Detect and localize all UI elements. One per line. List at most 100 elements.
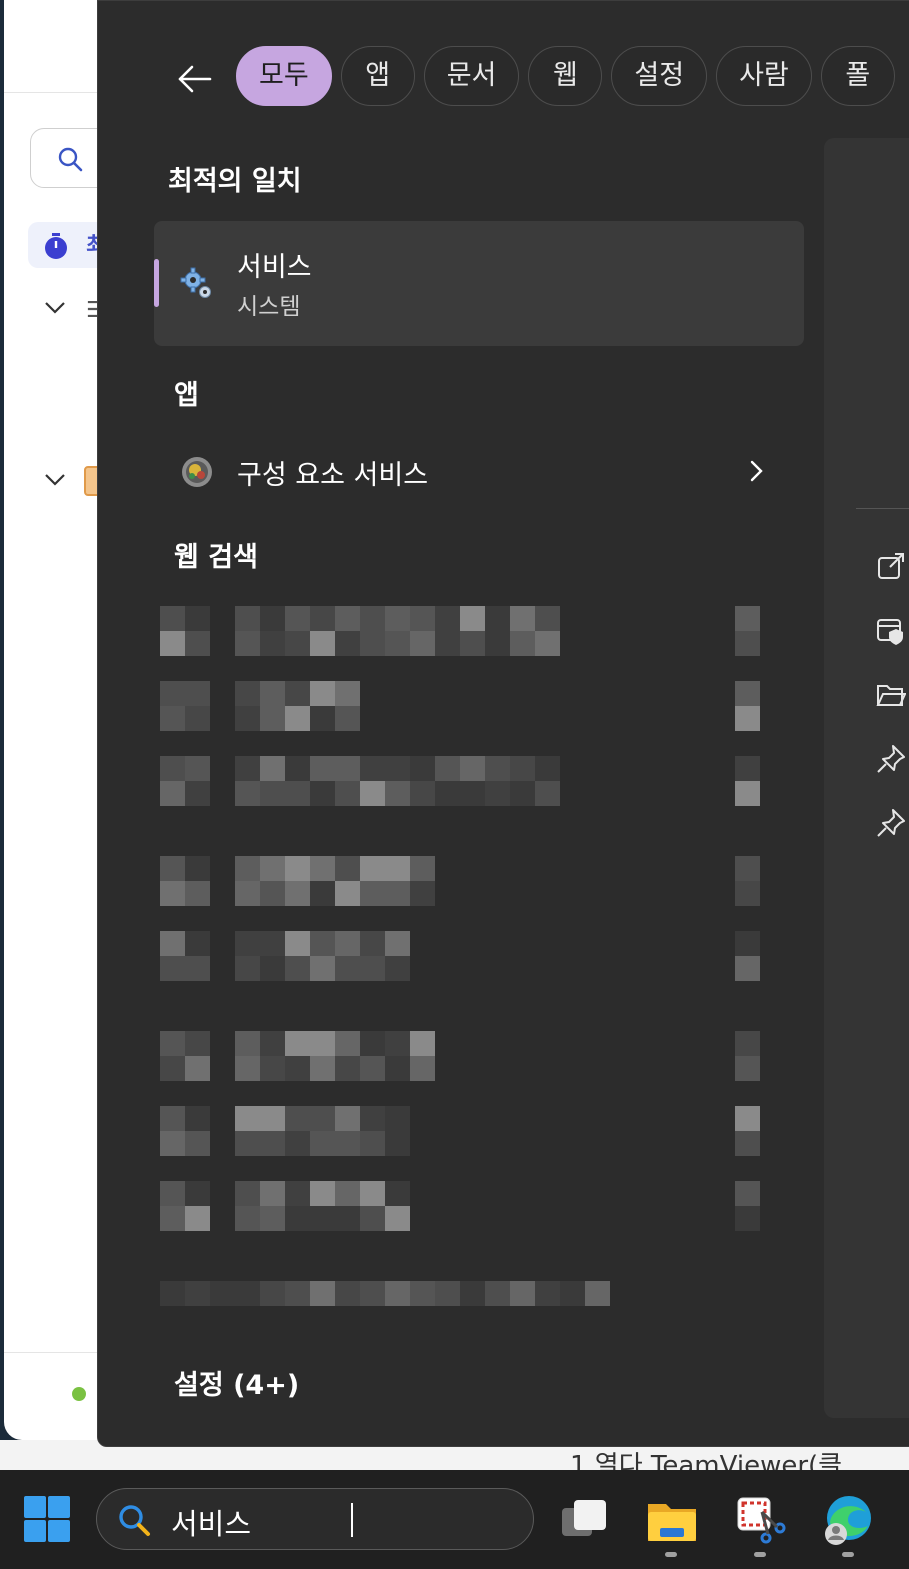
- redacted-pixel-block: [260, 881, 285, 906]
- settings-heading: 설정 (4+): [174, 1370, 300, 1401]
- redacted-pixel-block: [160, 1131, 185, 1156]
- redacted-pixel-block: [310, 706, 335, 731]
- redacted-pixel-block: [460, 756, 485, 781]
- redacted-web-results[interactable]: [160, 606, 780, 1326]
- redacted-pixel-block: [335, 1106, 360, 1131]
- filter-folders[interactable]: 폴: [820, 46, 895, 106]
- best-match-heading: 최적의 일치: [168, 166, 302, 197]
- redacted-pixel-block: [410, 881, 435, 906]
- redacted-pixel-block: [360, 931, 385, 956]
- snipping-tool-icon[interactable]: [734, 1494, 786, 1546]
- redacted-pixel-block: [260, 1181, 285, 1206]
- redacted-pixel-block: [535, 631, 560, 656]
- redacted-pixel-block: [735, 881, 760, 906]
- redacted-pixel-block: [385, 631, 410, 656]
- redacted-pixel-block: [335, 606, 360, 631]
- open-folder-icon[interactable]: [876, 680, 906, 710]
- redacted-pixel-block: [260, 956, 285, 981]
- redacted-pixel-block: [360, 606, 385, 631]
- filter-all[interactable]: 모두: [236, 46, 332, 106]
- chevron-down-icon[interactable]: [44, 300, 66, 316]
- redacted-pixel-block: [260, 606, 285, 631]
- redacted-pixel-block: [260, 781, 285, 806]
- redacted-pixel-block: [210, 1281, 235, 1306]
- redacted-pixel-block: [535, 1281, 560, 1306]
- redacted-pixel-block: [160, 1181, 185, 1206]
- chevron-right-icon[interactable]: [748, 459, 764, 483]
- redacted-pixel-block: [285, 756, 310, 781]
- redacted-pixel-block: [160, 1206, 185, 1231]
- open-external-icon[interactable]: [876, 552, 906, 582]
- redacted-pixel-block: [410, 856, 435, 881]
- redacted-pixel-block: [535, 756, 560, 781]
- redacted-pixel-block: [510, 1281, 535, 1306]
- redacted-pixel-block: [510, 631, 535, 656]
- back-arrow-icon[interactable]: [172, 57, 216, 101]
- pin-taskbar-icon[interactable]: [876, 808, 906, 838]
- redacted-pixel-block: [735, 781, 760, 806]
- redacted-pixel-block: [185, 856, 210, 881]
- redacted-pixel-block: [385, 1031, 410, 1056]
- redacted-pixel-block: [235, 856, 260, 881]
- redacted-pixel-block: [385, 1206, 410, 1231]
- filter-documents[interactable]: 문서: [423, 46, 520, 106]
- text-caret: [351, 1503, 353, 1537]
- services-gear-icon: [180, 267, 211, 298]
- redacted-pixel-block: [460, 606, 485, 631]
- filter-apps[interactable]: 앱: [340, 46, 415, 106]
- redacted-pixel-block: [360, 1056, 385, 1081]
- redacted-pixel-block: [235, 931, 260, 956]
- redacted-pixel-block: [285, 1056, 310, 1081]
- redacted-pixel-block: [235, 1281, 260, 1306]
- redacted-pixel-block: [535, 781, 560, 806]
- app-result-component-services[interactable]: 구성 요소 서비스: [154, 437, 804, 507]
- filter-web[interactable]: 웹: [528, 46, 603, 106]
- filter-people[interactable]: 사람: [716, 46, 812, 106]
- redacted-pixel-block: [560, 1281, 585, 1306]
- redacted-pixel-block: [735, 1206, 760, 1231]
- apps-heading: 앱: [174, 380, 199, 411]
- redacted-pixel-block: [460, 631, 485, 656]
- file-explorer-icon[interactable]: [646, 1494, 698, 1546]
- pin-start-icon[interactable]: [876, 744, 906, 774]
- windows-start-icon[interactable]: [24, 1496, 70, 1542]
- redacted-pixel-block: [285, 1281, 310, 1306]
- redacted-pixel-block: [360, 1031, 385, 1056]
- best-match-title: 서비스: [237, 252, 312, 283]
- redacted-pixel-block: [285, 1131, 310, 1156]
- redacted-pixel-block: [310, 1056, 335, 1081]
- redacted-pixel-block: [185, 1031, 210, 1056]
- redacted-pixel-block: [335, 856, 360, 881]
- redacted-pixel-block: [510, 606, 535, 631]
- redacted-pixel-block: [310, 631, 335, 656]
- redacted-pixel-block: [360, 956, 385, 981]
- redacted-pixel-block: [335, 631, 360, 656]
- run-as-admin-icon[interactable]: [876, 616, 906, 646]
- redacted-pixel-block: [735, 631, 760, 656]
- redacted-pixel-block: [160, 756, 185, 781]
- redacted-pixel-block: [235, 881, 260, 906]
- redacted-pixel-block: [185, 1206, 210, 1231]
- redacted-pixel-block: [235, 1181, 260, 1206]
- redacted-pixel-block: [185, 931, 210, 956]
- redacted-pixel-block: [335, 1031, 360, 1056]
- redacted-pixel-block: [360, 631, 385, 656]
- redacted-pixel-block: [360, 1131, 385, 1156]
- redacted-pixel-block: [185, 631, 210, 656]
- chevron-down-icon[interactable]: [44, 472, 66, 488]
- search-flyout: 모두 앱 문서 웹 설정 사람 폴 최적의 일치 서비스 시스템 앱 구성 요소…: [97, 0, 909, 1447]
- best-match-result[interactable]: 서비스 시스템: [154, 221, 804, 346]
- task-view-icon[interactable]: [558, 1494, 610, 1546]
- redacted-pixel-block: [185, 956, 210, 981]
- redacted-pixel-block: [235, 681, 260, 706]
- taskbar-search-box[interactable]: 서비스: [96, 1488, 534, 1550]
- redacted-pixel-block: [335, 956, 360, 981]
- edge-profile-icon[interactable]: [822, 1494, 874, 1546]
- running-indicator: [842, 1552, 854, 1557]
- redacted-pixel-block: [160, 706, 185, 731]
- redacted-pixel-block: [310, 1206, 335, 1231]
- redacted-pixel-block: [285, 606, 310, 631]
- redacted-pixel-block: [160, 781, 185, 806]
- filter-settings[interactable]: 설정: [611, 46, 708, 106]
- redacted-pixel-block: [485, 606, 510, 631]
